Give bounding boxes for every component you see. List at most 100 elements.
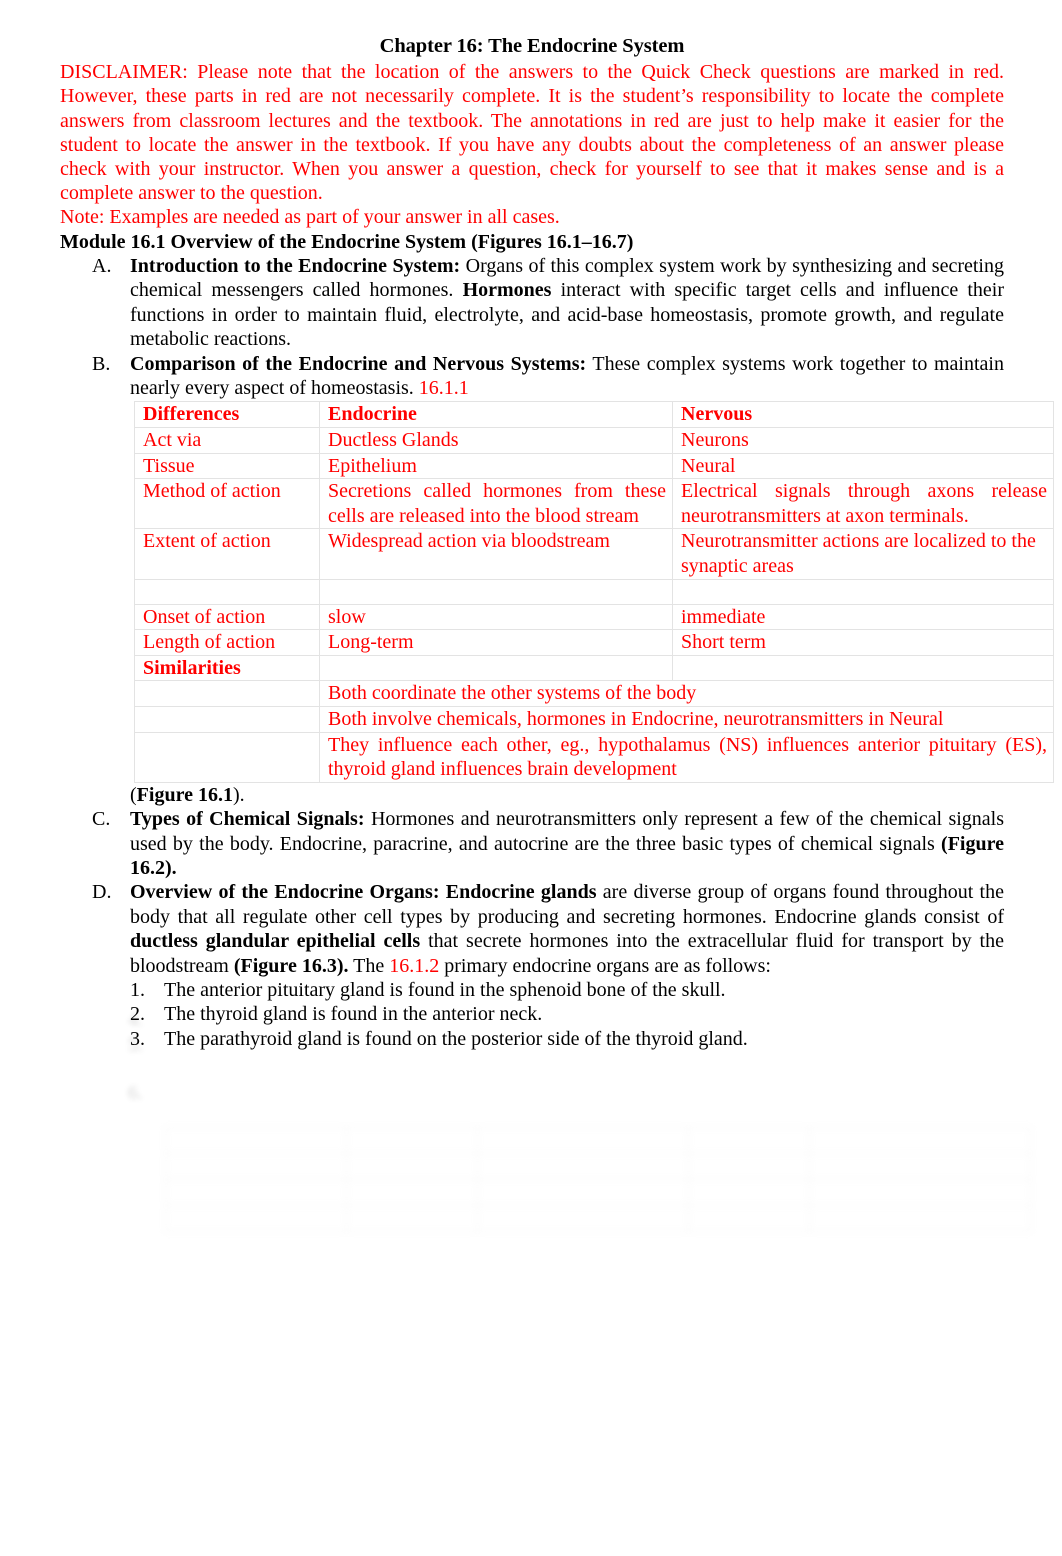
table-cell-blank	[319, 654, 673, 682]
list-item-marker: 1.	[130, 979, 145, 1002]
faded-table-cell	[165, 1179, 347, 1206]
table-row: Length of action Long-term Short term	[134, 629, 1054, 656]
outline-list: A. Introduction to the Endocrine System:…	[60, 254, 1004, 400]
outline-list-continued: (Figure 16.1). C. Types of Chemical Sign…	[60, 783, 1004, 978]
faded-table-grid	[165, 1127, 1031, 1232]
document-content: Chapter 16: The Endocrine System DISCLAI…	[60, 34, 1054, 1051]
figure-reference-16-1: (Figure 16.1).	[130, 783, 1004, 807]
table-cell: They influence each other, eg., hypothal…	[319, 731, 1054, 783]
faded-table-cell	[477, 1205, 689, 1232]
faded-table-cell	[165, 1153, 347, 1180]
faded-table-cell	[477, 1127, 689, 1154]
faded-table-cell	[688, 1153, 810, 1180]
table-cell: Length of action	[134, 629, 320, 656]
table-cell-blank	[134, 731, 320, 783]
table-cell-blank	[672, 654, 1054, 682]
outline-d-annotation: 16.1.2	[389, 954, 440, 977]
list-item-label: The parathyroid gland is found on the po…	[164, 1027, 748, 1050]
table-cell: Tissue	[134, 452, 320, 480]
faded-table-cell	[477, 1179, 689, 1206]
table-header-similarities: Similarities	[134, 654, 320, 682]
list-item-label: The thyroid gland is found in the anteri…	[164, 1003, 543, 1026]
table-header-differences: Differences	[134, 401, 320, 429]
list-item: 2. The thyroid gland is found in the ant…	[130, 1002, 1004, 1026]
faded-table-cell	[809, 1179, 1031, 1206]
table-cell: Ductless Glands	[319, 427, 673, 454]
table-cell-blank	[319, 578, 673, 605]
faded-table-cell	[688, 1205, 810, 1232]
list-item-marker: 2.	[130, 1003, 145, 1026]
faded-table-cell	[346, 1127, 478, 1154]
table-cell-blank	[672, 578, 1054, 605]
table-cell: Act via	[134, 427, 320, 454]
table-cell: Short term	[672, 629, 1054, 656]
table-row-header: Differences Endocrine Nervous	[134, 401, 1054, 429]
table-row-similarity: Both coordinate the other systems of the…	[134, 680, 1054, 707]
list-item: 3. The parathyroid gland is found on the…	[130, 1027, 1004, 1051]
table-cell: Epithelium	[319, 452, 673, 480]
outline-item-b-figure-ref: (Figure 16.1).	[92, 783, 1004, 807]
faded-table-cell	[809, 1205, 1031, 1232]
table-cell: Electrical signals through axons release…	[672, 478, 1054, 530]
table-header-endocrine: Endocrine	[319, 401, 673, 429]
faded-table-cell	[346, 1205, 478, 1232]
table-row: Onset of action slow immediate	[134, 603, 1054, 631]
outline-item-c: C. Types of Chemical Signals: Hormones a…	[92, 807, 1004, 880]
list-item: 1. The anterior pituitary gland is found…	[130, 978, 1004, 1002]
faded-table	[165, 1127, 1031, 1275]
faded-table-row	[165, 1153, 1031, 1180]
comparison-table-wrapper: Differences Endocrine Nervous Act via Du…	[134, 401, 1054, 783]
table-cell: Onset of action	[134, 603, 320, 631]
figure-label: Figure 16.1	[136, 783, 233, 806]
outline-item-a: A. Introduction to the Endocrine System:…	[92, 254, 1004, 352]
faded-table-row	[165, 1127, 1031, 1154]
table-cell: Neural	[672, 452, 1054, 480]
outline-item-d: D. Overview of the Endocrine Organs: End…	[92, 880, 1004, 978]
page-title: Chapter 16: The Endocrine System	[379, 35, 685, 57]
outline-d-heading: Overview of the Endocrine Organs: Endocr…	[130, 881, 597, 904]
outline-d-bold-cells: ductless glandular epithelial cells	[130, 930, 421, 953]
table-cell: immediate	[672, 603, 1054, 631]
endocrine-organs-list: 1. The anterior pituitary gland is found…	[130, 978, 1004, 1051]
table-cell: Widespread action via bloodstream	[319, 528, 673, 580]
outline-a-bold-hormones: Hormones	[462, 279, 552, 302]
outline-item-b-body: Comparison of the Endocrine and Nervous …	[130, 352, 1004, 401]
table-cell-blank	[134, 578, 320, 605]
table-cell: Secretions called hormones from these ce…	[319, 478, 673, 530]
table-cell-blank	[134, 705, 320, 733]
list-item-marker: 3.	[130, 1027, 145, 1050]
table-row-similarity: Both involve chemicals, hormones in Endo…	[134, 705, 1054, 733]
outline-marker-b: B.	[92, 352, 111, 375]
faded-table-cell	[688, 1179, 810, 1206]
table-cell: Neurons	[672, 427, 1054, 454]
table-cell: Long-term	[319, 629, 673, 656]
table-cell: Extent of action	[134, 528, 320, 580]
faded-table-row	[165, 1205, 1031, 1232]
faded-table-cell	[809, 1153, 1031, 1180]
table-row: Extent of action Widespread action via b…	[134, 528, 1054, 580]
outline-item-a-body: Introduction to the Endocrine System: Or…	[130, 254, 1004, 352]
table-row-similarities-header: Similarities	[134, 654, 1054, 682]
faded-line-3: 6.	[128, 1082, 143, 1104]
outline-a-heading: Introduction to the Endocrine System:	[130, 255, 461, 278]
outline-c-heading: Types of Chemical Signals:	[130, 808, 365, 831]
table-cell: Method of action	[134, 478, 320, 530]
table-row-similarity: They influence each other, eg., hypothal…	[134, 731, 1054, 783]
outline-marker-c: C.	[92, 808, 111, 831]
outline-item-d-body: Overview of the Endocrine Organs: Endocr…	[130, 880, 1004, 978]
module-heading: Module 16.1 Overview of the Endocrine Sy…	[60, 230, 634, 253]
figure-close-paren: ).	[232, 783, 245, 806]
table-row-spacer	[134, 578, 1054, 605]
table-cell-blank	[134, 680, 320, 707]
table-cell: Neurotransmitter actions are localized t…	[672, 528, 1054, 580]
figure-open-paren: (	[130, 783, 137, 806]
outline-d-text-3: The	[348, 954, 390, 977]
outline-d-text-4: primary endocrine organs are as follows:	[439, 954, 771, 977]
table-cell: Both coordinate the other systems of the…	[319, 680, 1054, 707]
table-header-nervous: Nervous	[672, 401, 1054, 429]
faded-table-cell	[165, 1127, 347, 1154]
faded-table-cell	[346, 1153, 478, 1180]
comparison-table: Differences Endocrine Nervous Act via Du…	[134, 401, 1054, 783]
outline-item-b: B. Comparison of the Endocrine and Nervo…	[92, 352, 1004, 401]
faded-table-cell	[688, 1127, 810, 1154]
